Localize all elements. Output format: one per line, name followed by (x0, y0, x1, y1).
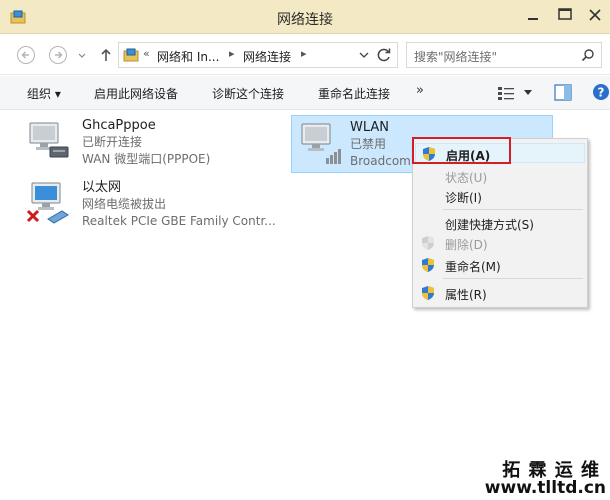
wifi-connection-icon (301, 123, 341, 164)
organize-button[interactable]: 组织 ▾ (27, 85, 61, 102)
rename-connection-button[interactable]: 重命名此连接 (318, 85, 390, 102)
more-commands-button[interactable]: » (416, 83, 424, 98)
connection-status: 已断开连接 (82, 135, 143, 149)
svg-text:?: ? (598, 86, 605, 100)
view-dropdown-icon[interactable] (524, 90, 532, 96)
enable-device-button[interactable]: 启用此网络设备 (94, 85, 178, 102)
breadcrumb-chevron-icon[interactable]: ▸ (229, 47, 235, 60)
network-folder-icon (123, 48, 139, 62)
connection-name: GhcaPppoe (82, 118, 156, 133)
connection-device: WAN 微型端口(PPPOE) (82, 152, 211, 166)
menu-item-status[interactable]: 状态(U) (415, 166, 585, 186)
connection-status: 已禁用 (350, 137, 387, 151)
forward-button[interactable] (48, 45, 68, 65)
connection-name: WLAN (350, 120, 390, 135)
menu-item-diagnose[interactable]: 诊断(I) (415, 186, 585, 206)
shield-icon (422, 236, 434, 250)
connection-device: Broadcom (350, 154, 411, 168)
connection-name: 以太网 (82, 180, 122, 195)
menu-separator (443, 278, 583, 279)
menu-item-delete[interactable]: 删除(D) (415, 233, 585, 253)
dialup-connection-icon (29, 122, 69, 158)
ethernet-disconnected-icon (26, 182, 69, 224)
menu-item-label: 删除(D) (445, 238, 488, 252)
diagnose-connection-button[interactable]: 诊断这个连接 (212, 85, 284, 102)
preview-pane-icon[interactable] (554, 84, 572, 101)
menu-item-properties[interactable]: 属性(R) (415, 283, 585, 303)
watermark-url: www.tlltd.cn (484, 478, 606, 498)
breadcrumb-overflow[interactable]: « (143, 47, 150, 60)
connection-status: 网络电缆被拔出 (82, 197, 167, 211)
refresh-icon[interactable] (375, 46, 393, 64)
shield-icon (422, 286, 434, 300)
chevron-down-icon[interactable] (357, 48, 371, 62)
menu-item-rename[interactable]: 重命名(M) (415, 255, 585, 275)
menu-item-label: 创建快捷方式(S) (445, 218, 534, 232)
command-bar: 组织 ▾ 启用此网络设备 诊断这个连接 重命名此连接 » ? (0, 76, 610, 110)
maximize-button[interactable] (552, 4, 578, 26)
minimize-button[interactable] (520, 4, 546, 26)
search-placeholder: 搜索"网络连接" (414, 50, 498, 64)
menu-item-label: 状态(U) (445, 171, 488, 185)
menu-item-label: 属性(R) (445, 288, 487, 302)
menu-item-create-shortcut[interactable]: 创建快捷方式(S) (415, 213, 585, 233)
change-view-icon[interactable] (497, 85, 515, 101)
breadcrumb-network-connections[interactable]: 网络连接 (243, 48, 291, 65)
watermark: 拓 霖 运 维 www.tlltd.cn (484, 456, 610, 500)
annotation-highlight-box (412, 137, 511, 164)
address-toolbar: « 网络和 In... ▸ 网络连接 ▸ 搜索"网络连接" (0, 35, 610, 75)
help-icon[interactable]: ? (592, 83, 610, 101)
breadcrumb-network-internet[interactable]: 网络和 In... (157, 48, 219, 65)
recent-locations-chevron-icon[interactable] (76, 45, 88, 65)
close-button[interactable] (582, 4, 608, 26)
address-field[interactable]: « 网络和 In... ▸ 网络连接 ▸ (118, 42, 398, 68)
up-button[interactable] (96, 45, 116, 65)
search-input[interactable]: 搜索"网络连接" (406, 42, 602, 68)
shield-icon (422, 258, 434, 272)
back-button[interactable] (16, 45, 36, 65)
search-icon[interactable] (581, 48, 595, 62)
connection-device: Realtek PCIe GBE Family Contr... (82, 214, 276, 228)
title-bar: 网络连接 (0, 0, 610, 34)
window-title: 网络连接 (277, 12, 333, 28)
menu-item-label: 诊断(I) (445, 191, 482, 205)
breadcrumb-chevron-icon[interactable]: ▸ (301, 47, 307, 60)
menu-item-label: 重命名(M) (445, 260, 501, 274)
menu-separator (443, 209, 583, 210)
